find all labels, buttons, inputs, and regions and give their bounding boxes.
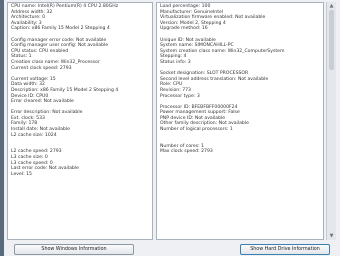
- cpu-info-panel: CPU name: Intel(R) Pentium(R) 4 CPU 2.80…: [7, 2, 153, 240]
- processor-details-panel: Load percentage: 100 Manufacturer: Genuin…: [156, 2, 324, 240]
- scroll-up-arrow-icon[interactable]: ▲: [327, 2, 336, 10]
- show-windows-information-button[interactable]: Show Windows Information: [14, 244, 134, 255]
- window-left-edge: [0, 0, 4, 256]
- show-hard-drive-information-button[interactable]: Show Hard Drive Information: [240, 244, 330, 255]
- vertical-scrollbar[interactable]: ▲ ▼: [326, 2, 336, 240]
- scroll-down-arrow-icon[interactable]: ▼: [327, 232, 336, 240]
- info-line: Max clock speed: 2793: [160, 149, 213, 155]
- scrollbar-thumb[interactable]: [329, 10, 334, 70]
- info-line: Level: 15: [11, 171, 32, 177]
